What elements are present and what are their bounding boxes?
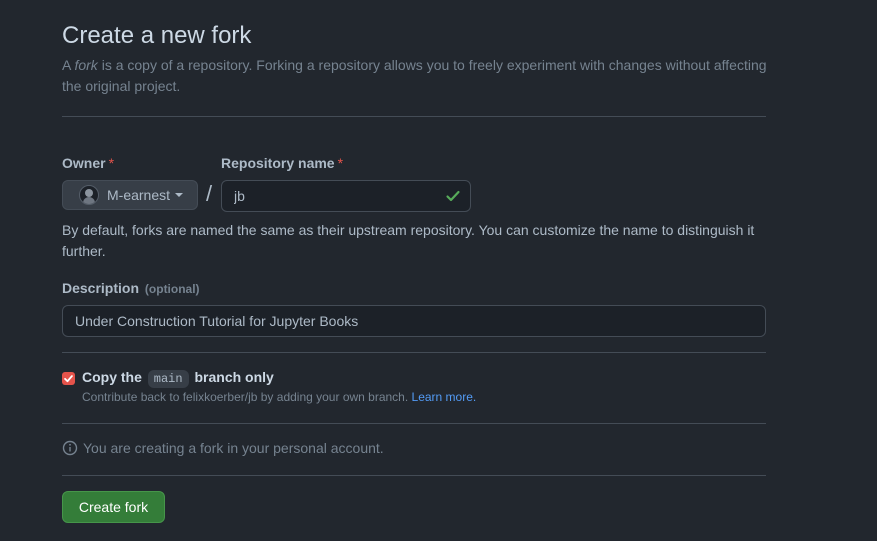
owner-label: Owner * (62, 155, 114, 171)
owner-select-button[interactable]: M-earnest (62, 180, 198, 210)
learn-more-link[interactable]: Learn more. (412, 390, 477, 404)
copy-branch-label[interactable]: Copy the main branch only (82, 369, 274, 388)
subtitle-emphasis: fork (74, 57, 98, 73)
info-icon (62, 440, 78, 456)
subtitle-text: A (62, 57, 75, 73)
page-subtitle: A fork is a copy of a repository. Forkin… (62, 55, 782, 97)
required-mark: * (337, 155, 344, 171)
divider (62, 475, 766, 476)
subtitle-text-rest: is a copy of a repository. Forking a rep… (62, 57, 767, 94)
avatar (79, 185, 99, 205)
info-message: You are creating a fork in your personal… (62, 440, 384, 456)
caret-down-icon (175, 193, 184, 197)
branch-name-code: main (147, 370, 189, 388)
description-input[interactable] (62, 305, 766, 337)
copy-branch-note-text: Contribute back to felixkoerber/jb by ad… (82, 390, 409, 404)
owner-label-text: Owner (62, 155, 106, 171)
divider (62, 116, 766, 117)
required-mark: * (108, 155, 115, 171)
info-text: You are creating a fork in your personal… (83, 440, 384, 456)
check-icon (446, 190, 460, 202)
page-title: Create a new fork (62, 22, 252, 49)
repository-name-input[interactable] (221, 180, 471, 212)
copy-branch-label-post: branch only (194, 369, 274, 385)
owner-name: M-earnest (107, 187, 171, 203)
create-fork-button[interactable]: Create fork (62, 491, 165, 523)
naming-hint: By default, forks are named the same as … (62, 222, 755, 259)
description-label-text: Description (62, 280, 140, 296)
repo-name-label-text: Repository name (221, 155, 335, 171)
owner-repo-separator: / (206, 181, 213, 206)
copy-branch-note: Contribute back to felixkoerber/jb by ad… (82, 390, 476, 404)
copy-branch-label-pre: Copy the (82, 369, 142, 385)
divider (62, 423, 766, 424)
divider (62, 352, 766, 353)
repo-name-label: Repository name * (221, 155, 343, 171)
optional-tag: (optional) (144, 282, 200, 296)
copy-main-branch-checkbox[interactable] (62, 372, 75, 385)
checkmark-icon (64, 375, 73, 383)
description-label: Description (optional) (62, 280, 200, 296)
